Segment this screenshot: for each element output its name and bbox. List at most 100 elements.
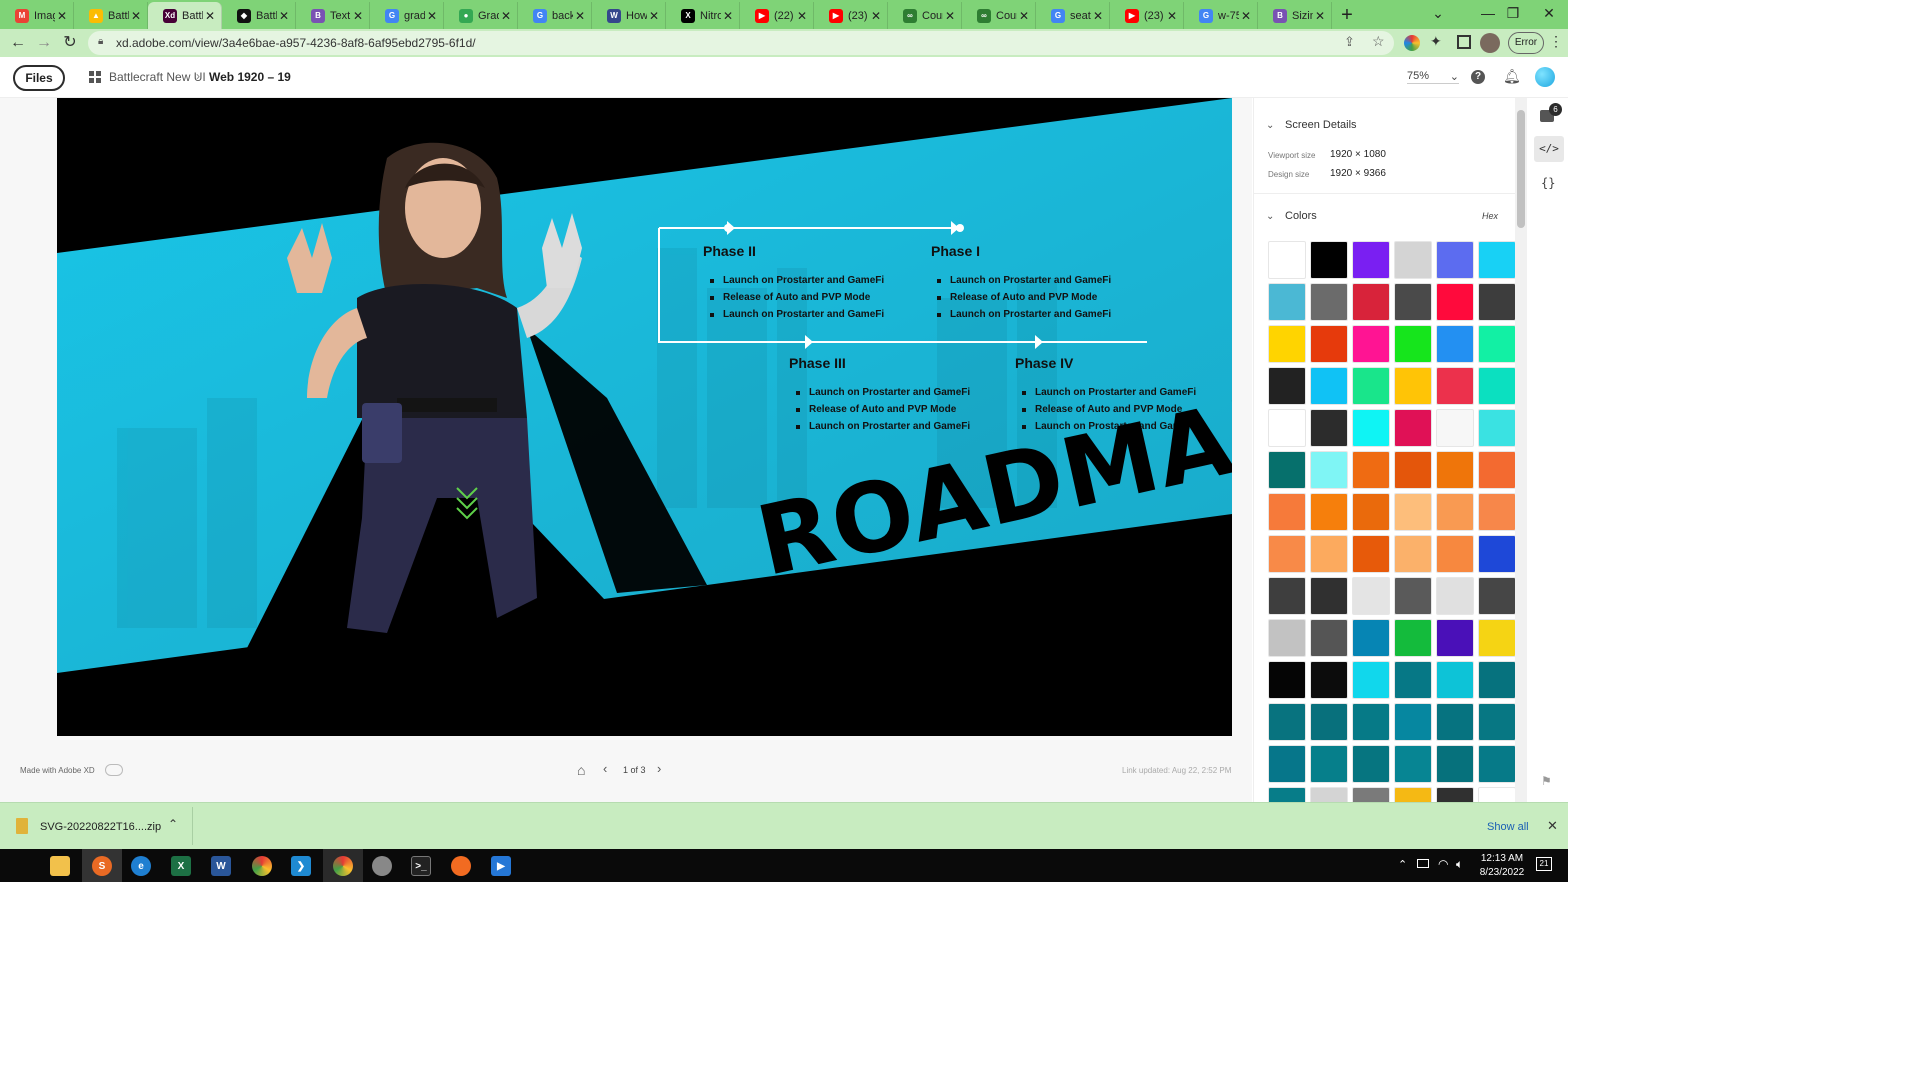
color-swatch[interactable] bbox=[1436, 577, 1474, 615]
tab-close-icon[interactable]: ✕ bbox=[795, 9, 809, 23]
color-swatch[interactable] bbox=[1394, 619, 1432, 657]
color-swatch[interactable] bbox=[1268, 493, 1306, 531]
color-swatch[interactable] bbox=[1352, 283, 1390, 321]
close-window-icon[interactable]: ✕ bbox=[1526, 0, 1572, 29]
color-swatch[interactable] bbox=[1268, 577, 1306, 615]
color-swatch[interactable] bbox=[1478, 745, 1515, 783]
color-swatch[interactable] bbox=[1436, 367, 1474, 405]
download-filename[interactable]: SVG-20220822T16....zip bbox=[40, 821, 161, 833]
tab-close-icon[interactable]: ✕ bbox=[1091, 9, 1105, 23]
color-swatch[interactable] bbox=[1478, 325, 1515, 363]
color-swatch[interactable] bbox=[1352, 703, 1390, 741]
braces-icon[interactable]: {} bbox=[1541, 176, 1555, 190]
color-swatch[interactable] bbox=[1394, 283, 1432, 321]
color-swatch[interactable] bbox=[1352, 367, 1390, 405]
puzzle-icon[interactable]: ✦ bbox=[1430, 33, 1442, 50]
color-swatch[interactable] bbox=[1310, 409, 1348, 447]
app-s-icon[interactable]: S bbox=[92, 856, 112, 876]
color-swatch[interactable] bbox=[1394, 325, 1432, 363]
share-icon[interactable]: ⇪ bbox=[1344, 34, 1355, 50]
file-explorer-icon[interactable] bbox=[50, 856, 70, 876]
terminal-icon[interactable]: >_ bbox=[411, 856, 431, 876]
color-swatch[interactable] bbox=[1436, 535, 1474, 573]
color-swatch[interactable] bbox=[1310, 493, 1348, 531]
color-swatch[interactable] bbox=[1268, 787, 1306, 802]
colors-heading[interactable]: Colors bbox=[1285, 210, 1317, 222]
tab-close-icon[interactable]: ✕ bbox=[721, 9, 735, 23]
media-icon[interactable]: ▶ bbox=[491, 856, 511, 876]
color-swatch[interactable] bbox=[1436, 745, 1474, 783]
tab-close-icon[interactable]: ✕ bbox=[869, 9, 883, 23]
color-swatch[interactable] bbox=[1268, 661, 1306, 699]
zoom-select[interactable]: 75% ⌄ bbox=[1407, 70, 1459, 84]
browser-tab[interactable]: ∞ Coun✕ bbox=[962, 2, 1036, 29]
color-swatch[interactable] bbox=[1310, 283, 1348, 321]
color-swatch[interactable] bbox=[1436, 451, 1474, 489]
color-swatch[interactable] bbox=[1268, 535, 1306, 573]
color-swatch[interactable] bbox=[1268, 703, 1306, 741]
color-swatch[interactable] bbox=[1352, 451, 1390, 489]
color-format-select[interactable]: Hex bbox=[1482, 211, 1498, 221]
color-swatch[interactable] bbox=[1436, 283, 1474, 321]
notification-center-icon[interactable]: 21 bbox=[1536, 857, 1552, 871]
reload-icon[interactable]: ↻ bbox=[59, 32, 81, 54]
tab-close-icon[interactable]: ✕ bbox=[1239, 9, 1253, 23]
tab-close-icon[interactable]: ✕ bbox=[1017, 9, 1031, 23]
next-screen-icon[interactable]: › bbox=[657, 761, 661, 776]
color-swatch[interactable] bbox=[1352, 409, 1390, 447]
color-swatch[interactable] bbox=[1352, 493, 1390, 531]
color-swatch[interactable] bbox=[1436, 325, 1474, 363]
volume-icon[interactable]: 🔈︎ bbox=[1456, 857, 1463, 872]
browser-tab[interactable]: Gw-75✕ bbox=[1184, 2, 1258, 29]
browser-tab[interactable]: Xd Battl ✕ bbox=[148, 2, 222, 29]
color-swatch[interactable] bbox=[1478, 787, 1515, 802]
close-download-bar-icon[interactable]: ✕ bbox=[1547, 818, 1558, 834]
browser-tab[interactable]: ▲ Battl ✕ bbox=[74, 2, 148, 29]
color-swatch[interactable] bbox=[1268, 745, 1306, 783]
code-view-icon[interactable]: </> bbox=[1534, 136, 1564, 162]
color-swatch[interactable] bbox=[1352, 535, 1390, 573]
clock-time[interactable]: 12:13 AM bbox=[1478, 853, 1526, 864]
color-swatch[interactable] bbox=[1310, 325, 1348, 363]
browser-tab[interactable]: ▶ (23) (✕ bbox=[814, 2, 888, 29]
color-swatch[interactable] bbox=[1394, 241, 1432, 279]
chevron-down-icon[interactable]: ⌄ bbox=[1266, 120, 1274, 131]
color-swatch[interactable] bbox=[1268, 451, 1306, 489]
excel-icon[interactable]: X bbox=[171, 856, 191, 876]
home-icon[interactable]: ⌂ bbox=[577, 762, 585, 778]
color-swatch[interactable] bbox=[1394, 451, 1432, 489]
color-swatch[interactable] bbox=[1268, 283, 1306, 321]
chevron-down-icon[interactable]: ⌄ bbox=[1266, 211, 1274, 222]
browser-tab[interactable]: Ggradi✕ bbox=[370, 2, 444, 29]
color-swatch[interactable] bbox=[1352, 325, 1390, 363]
browser-tab[interactable]: ▶ (23) (✕ bbox=[1110, 2, 1184, 29]
tab-close-icon[interactable]: ✕ bbox=[129, 9, 143, 23]
forward-icon[interactable]: → bbox=[33, 32, 55, 54]
flag-icon[interactable]: ⚑ bbox=[1541, 774, 1552, 788]
browser-tab[interactable]: Gback ✕ bbox=[518, 2, 592, 29]
prev-screen-icon[interactable]: ‹ bbox=[603, 761, 607, 776]
show-all-link[interactable]: Show all bbox=[1487, 821, 1529, 833]
color-swatch[interactable] bbox=[1478, 409, 1515, 447]
color-swatch[interactable] bbox=[1394, 493, 1432, 531]
color-swatch[interactable] bbox=[1310, 241, 1348, 279]
color-swatch[interactable] bbox=[1478, 661, 1515, 699]
color-swatch[interactable] bbox=[1310, 745, 1348, 783]
color-swatch[interactable] bbox=[1478, 703, 1515, 741]
extension-color-icon[interactable] bbox=[1404, 35, 1420, 51]
browser-tab[interactable]: Gseat ✕ bbox=[1036, 2, 1110, 29]
color-swatch[interactable] bbox=[1436, 493, 1474, 531]
color-swatch[interactable] bbox=[1394, 661, 1432, 699]
tab-close-icon[interactable]: ✕ bbox=[943, 9, 957, 23]
color-swatch[interactable] bbox=[1478, 619, 1515, 657]
tab-close-icon[interactable]: ✕ bbox=[277, 9, 291, 23]
wifi-icon[interactable]: ◠ bbox=[1438, 857, 1448, 871]
color-swatch[interactable] bbox=[1310, 703, 1348, 741]
tab-close-icon[interactable]: ✕ bbox=[647, 9, 661, 23]
tab-close-icon[interactable]: ✕ bbox=[499, 9, 513, 23]
user-avatar[interactable] bbox=[1535, 67, 1555, 87]
artboard-preview[interactable]: Phase II Launch on Prostarter and GameFi… bbox=[57, 98, 1232, 736]
screen-details-heading[interactable]: Screen Details bbox=[1285, 119, 1357, 131]
color-swatch[interactable] bbox=[1352, 577, 1390, 615]
color-swatch[interactable] bbox=[1352, 619, 1390, 657]
